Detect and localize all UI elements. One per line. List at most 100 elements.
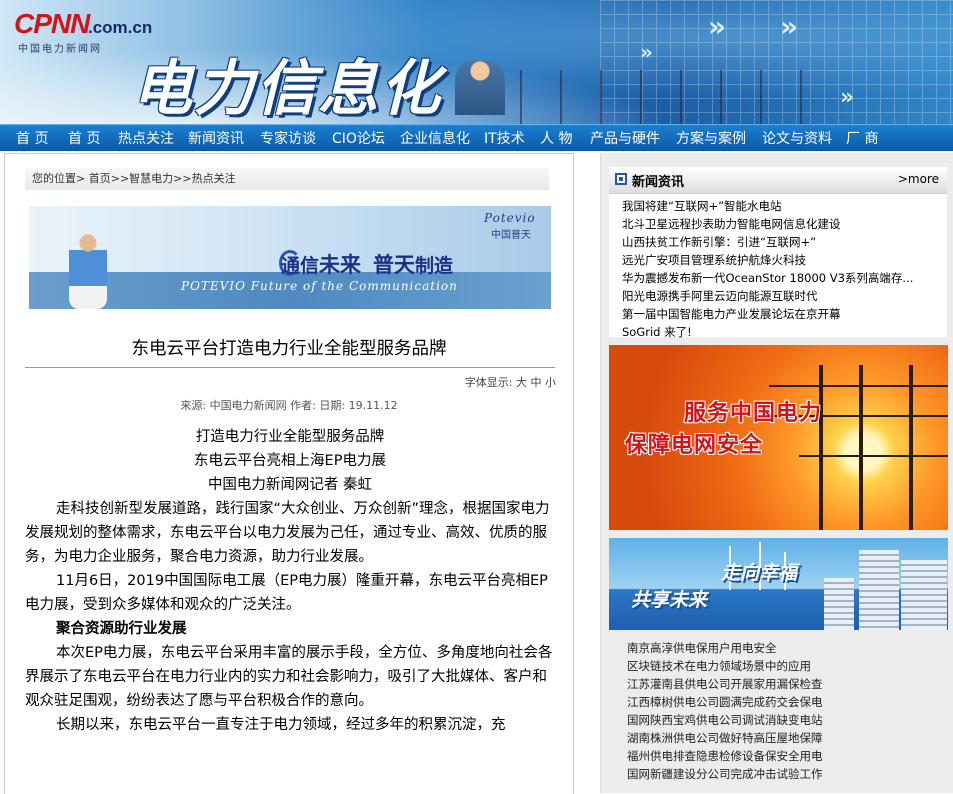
ad-slogan-en: POTEVIO Future of the Communication: [181, 279, 458, 293]
ad-slogan-part: 普天: [373, 253, 416, 277]
meta-source: 中国电力新闻网: [209, 399, 287, 412]
square-bullet-icon: [615, 173, 627, 185]
nav-item-it-tech[interactable]: IT技术: [484, 125, 525, 151]
promo-slogan-line: 保障电网安全: [625, 433, 764, 458]
promo-slogan-line: 共享未来: [631, 589, 708, 611]
nav-item-home-1[interactable]: 首 页: [16, 125, 48, 151]
article-paragraph: 11月6日，2019中国国际电工展（EP电力展）隆重开幕，东电云平台亮相EP电力…: [25, 573, 548, 613]
meta-source-label: 来源:: [180, 399, 207, 412]
site-logo-subtitle: 中国电力新闻网: [18, 44, 102, 55]
pylon-shape: [859, 365, 863, 530]
article-column: 您的位置> 首页>>智慧电力>>热点关注 Potevio 中国普天 通信未来 普天…: [4, 153, 574, 794]
ad-person-image: [69, 234, 107, 309]
related-links-list: 南京高淳供电保用户用电安全 区块链技术在电力领域场景中的应用 江苏灌南县供电公司…: [627, 639, 947, 783]
banner-title: 电力信息化: [132, 54, 442, 124]
news-item[interactable]: 第一届中国智能电力产业发展论坛在京开幕: [622, 305, 940, 323]
title-divider: [25, 367, 555, 368]
related-link[interactable]: 江苏灌南县供电公司开展家用漏保检查: [627, 675, 947, 693]
article-body: 打造电力行业全能型服务品牌 东电云平台亮相上海EP电力展 中国电力新闻网记者 秦…: [25, 425, 555, 737]
chevron-right-icon: »: [640, 40, 653, 64]
chevron-right-icon: »: [708, 10, 727, 43]
nav-item-home-2[interactable]: 首 页: [68, 125, 100, 151]
more-link[interactable]: >more: [898, 172, 939, 186]
breadcrumb-link-hot[interactable]: >热点关注: [182, 172, 235, 185]
promo-slogan-line: 服务中国电力: [684, 401, 823, 426]
pylon-shape: [819, 365, 823, 530]
news-box: 新闻资讯 >more 我国将建“互联网+”智能水电站 北斗卫星远程抄表助力智能电…: [609, 167, 947, 339]
power-line-shape: [799, 455, 948, 457]
news-item[interactable]: 山西扶贫工作新引擎：引进“互联网+”: [622, 233, 940, 251]
meta-author-label: 作者:: [290, 399, 316, 412]
chevron-right-icon: »: [780, 10, 799, 43]
power-grid-promo-image[interactable]: 服务中国电力 保障电网安全: [609, 345, 948, 530]
ad-slogan-part: 制造: [415, 255, 454, 277]
building-shape: [824, 578, 854, 630]
news-item[interactable]: SoGrid 来了!: [622, 323, 940, 341]
article-meta: 来源: 中国电力新闻网 作者: 日期: 19.11.12: [5, 397, 573, 413]
meta-date-label: 日期:: [319, 399, 346, 412]
nav-item-solutions[interactable]: 方案与案例: [676, 125, 746, 151]
article-paragraph: 本次EP电力展，东电云平台采用丰富的展示手段，全方位、多角度地向社会各界展示了东…: [25, 645, 553, 709]
site-logo[interactable]: CPNN: [14, 8, 90, 40]
related-link[interactable]: 福州供电排查隐患检修设备保安全用电: [627, 747, 947, 765]
meta-date: 19.11.12: [348, 399, 398, 412]
nav-item-products[interactable]: 产品与硬件: [590, 125, 660, 151]
breadcrumb-label: 您的位置>: [32, 172, 86, 185]
news-item[interactable]: 远光广安项目管理系统护航烽火科技: [622, 251, 940, 269]
news-item[interactable]: 我国将建“互联网+”智能水电站: [622, 197, 940, 215]
building-shape: [859, 550, 899, 630]
font-size-medium[interactable]: 中: [531, 376, 542, 389]
nav-item-news[interactable]: 新闻资讯: [188, 125, 244, 151]
banner-person-image: [455, 60, 505, 115]
article-paragraph: 走科技创新型发展道路，践行国家“大众创业、万众创新”理念，根据国家电力发展规划的…: [25, 501, 550, 565]
main-nav: 首 页 首 页 热点关注 新闻资讯 专家访谈 CIO论坛 企业信息化 IT技术 …: [0, 124, 953, 151]
wind-city-promo-image[interactable]: 走向幸福 共享未来: [609, 538, 948, 630]
news-list: 我国将建“互联网+”智能水电站 北斗卫星远程抄表助力智能电网信息化建设 山西扶贫…: [622, 197, 940, 341]
article-paragraph: 长期以来，东电云平台一直专注于电力领域，经过多年的积累沉淀，充: [56, 717, 506, 733]
nav-item-interviews[interactable]: 专家访谈: [260, 125, 316, 151]
breadcrumb-link-smart-power[interactable]: >智慧电力>: [120, 172, 182, 185]
article-section-heading: 聚合资源助行业发展: [56, 621, 187, 637]
related-link[interactable]: 南京高淳供电保用户用电安全: [627, 639, 947, 657]
related-link[interactable]: 国网陕西宝鸡供电公司调试消缺变电站: [627, 711, 947, 729]
site-banner: CPNN .com.cn 中国电力新闻网 电力信息化 » » » »: [0, 0, 953, 124]
font-size-small[interactable]: 小: [545, 376, 556, 389]
article-title: 东电云平台打造电力行业全能型服务品牌: [131, 339, 447, 359]
article-subtitle: 打造电力行业全能型服务品牌: [195, 429, 385, 445]
nav-item-people[interactable]: 人 物: [540, 125, 572, 151]
news-box-header: 新闻资讯 >more: [609, 167, 947, 194]
ad-slogan: 通信未来 普天制造: [265, 249, 453, 279]
ad-brand-en: Potevio: [484, 211, 536, 225]
article-byline: 中国电力新闻网记者 秦虹: [207, 477, 373, 493]
news-item[interactable]: 华为震撼发布新一代OceanStor 18000 V3系列高端存...: [622, 269, 940, 287]
news-item[interactable]: 阳光电源携手阿里云迈向能源互联时代: [622, 287, 940, 305]
nav-item-cio-forum[interactable]: CIO论坛: [332, 125, 385, 151]
related-link[interactable]: 江西樟树供电公司圆满完成药交会保电: [627, 693, 947, 711]
building-shape: [901, 560, 947, 630]
breadcrumb-link-home[interactable]: 首页>: [89, 172, 120, 185]
site-logo-domain: .com.cn: [88, 18, 153, 37]
nav-item-vendors[interactable]: 厂 商: [846, 125, 878, 151]
related-link[interactable]: 湖南株洲供电公司做好特高压屋地保障: [627, 729, 947, 747]
news-item[interactable]: 北斗卫星远程抄表助力智能电网信息化建设: [622, 215, 940, 233]
font-size-large[interactable]: 大: [516, 376, 527, 389]
ad-brand-cn: 中国普天: [491, 230, 531, 241]
article-subtitle: 东电云平台亮相上海EP电力展: [194, 453, 386, 469]
related-link[interactable]: 国网新疆建设分公司完成冲击试验工作: [627, 765, 947, 783]
ad-slogan-part: 未来: [319, 253, 362, 277]
chevron-right-icon: »: [840, 85, 855, 110]
pylon-shape: [909, 365, 913, 530]
font-size-label: 字体显示:: [464, 376, 513, 389]
news-box-title: 新闻资讯: [632, 175, 685, 190]
potevio-ad-banner[interactable]: Potevio 中国普天 通信未来 普天制造 POTEVIO Future of …: [29, 206, 551, 309]
promo-slogan-line: 走向幸福: [721, 562, 798, 584]
nav-item-papers[interactable]: 论文与资料: [762, 125, 832, 151]
related-link[interactable]: 区块链技术在电力领域场景中的应用: [627, 657, 947, 675]
font-size-switcher: 字体显示: 大 中 小: [465, 374, 556, 390]
sidebar: 新闻资讯 >more 我国将建“互联网+”智能水电站 北斗卫星远程抄表助力智能电…: [600, 153, 953, 793]
banner-pylons-image: [520, 70, 820, 124]
nav-item-hot[interactable]: 热点关注: [118, 125, 174, 151]
ad-slogan-part: 通信: [281, 255, 320, 277]
nav-item-enterprise[interactable]: 企业信息化: [400, 125, 470, 151]
breadcrumb: 您的位置> 首页>>智慧电力>>热点关注: [25, 168, 549, 190]
